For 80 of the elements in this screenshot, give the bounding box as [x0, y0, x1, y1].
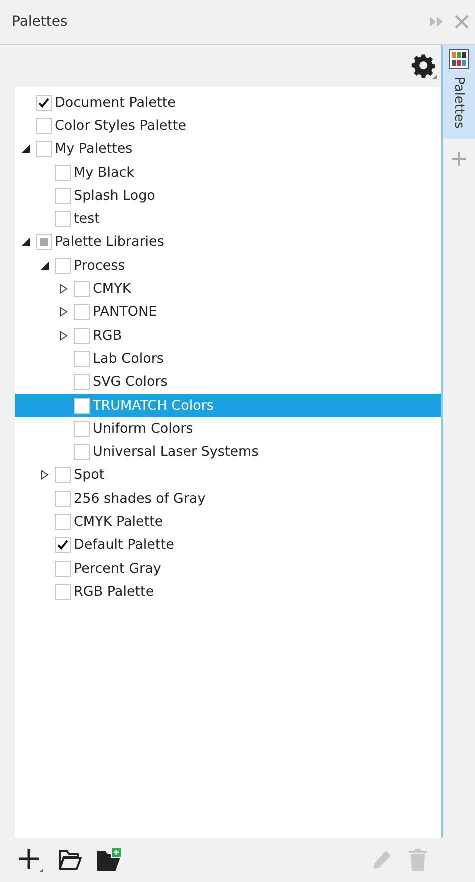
checkbox[interactable] — [74, 350, 90, 367]
expand-icon[interactable] — [59, 307, 69, 318]
collapse-icon[interactable] — [40, 260, 50, 271]
tree-item[interactable]: RGB Palette — [15, 580, 441, 604]
item-label: Color Styles Palette — [55, 118, 187, 134]
tree-item[interactable]: Process — [15, 254, 441, 278]
tree-item[interactable]: Spot — [15, 464, 441, 488]
checkbox[interactable] — [74, 444, 90, 460]
item-label: Spot — [74, 467, 105, 484]
item-label: CMYK — [93, 281, 132, 298]
settings-icon[interactable] — [411, 53, 437, 79]
checkbox[interactable] — [74, 281, 90, 298]
checkbox[interactable] — [36, 141, 52, 158]
tree-item[interactable]: Default Palette — [15, 534, 441, 557]
expand-icon[interactable] — [40, 470, 50, 480]
checkbox[interactable] — [55, 560, 71, 577]
tree-item[interactable]: Color Styles Palette — [15, 114, 441, 138]
checkbox[interactable] — [74, 304, 90, 320]
add-icon[interactable] — [18, 847, 44, 873]
item-label: Default Palette — [74, 537, 174, 554]
tree-item[interactable]: Percent Gray — [15, 556, 441, 580]
collapse-icon[interactable] — [21, 237, 31, 248]
checkbox[interactable] — [55, 164, 71, 181]
expand-icon[interactable] — [59, 284, 69, 294]
tree-item[interactable]: My Black — [15, 160, 441, 184]
tree-item[interactable]: PANTONE — [15, 300, 441, 324]
checkbox[interactable] — [74, 374, 90, 390]
checkbox[interactable] — [55, 514, 71, 530]
item-label: My Palettes — [55, 141, 133, 158]
checkbox[interactable] — [36, 234, 52, 250]
item-label: Universal Laser Systems — [93, 444, 259, 460]
item-label: Process — [74, 258, 126, 274]
item-label: Splash Logo — [74, 188, 156, 204]
new-folder-icon[interactable] — [96, 848, 122, 872]
folder-icon[interactable] — [58, 849, 82, 871]
tree-item[interactable]: test — [15, 207, 441, 231]
item-label: TRUMATCH Colors — [93, 398, 214, 414]
tree-item[interactable]: 256 shades of Gray — [15, 487, 441, 510]
tree-item[interactable]: Lab Colors — [15, 347, 441, 371]
checkbox[interactable] — [55, 490, 71, 507]
checkbox[interactable] — [74, 328, 90, 344]
collapse-panel-icon[interactable] — [429, 15, 445, 29]
tree-item[interactable]: RGB — [15, 324, 441, 348]
item-label: Document Palette — [55, 94, 176, 111]
checkbox[interactable] — [74, 398, 90, 414]
tree-item[interactable]: Universal Laser Systems — [15, 440, 441, 464]
item-label: PANTONE — [93, 304, 158, 320]
palette-icon[interactable] — [449, 49, 469, 69]
collapse-icon[interactable] — [21, 144, 31, 154]
tree-item[interactable]: CMYK — [15, 277, 441, 301]
checkbox[interactable] — [55, 584, 71, 600]
item-label: 256 shades of Gray — [74, 490, 206, 507]
checkbox[interactable] — [55, 258, 71, 274]
panel-title: Palettes — [12, 14, 69, 30]
close-icon[interactable] — [455, 15, 469, 29]
tree-item[interactable]: My Palettes — [15, 138, 441, 161]
checkbox[interactable] — [36, 94, 52, 111]
item-label: Palette Libraries — [55, 234, 164, 250]
tree-item[interactable]: SVG Colors — [15, 370, 441, 394]
expand-icon[interactable] — [59, 330, 69, 341]
tree-item[interactable]: Uniform Colors — [15, 417, 441, 440]
tree-item[interactable]: Splash Logo — [15, 184, 441, 208]
tree-item[interactable]: Palette Libraries — [15, 230, 441, 254]
item-label: CMYK Palette — [74, 514, 164, 530]
checkbox[interactable] — [55, 467, 71, 484]
item-label: test — [74, 211, 100, 228]
item-label: SVG Colors — [93, 374, 168, 390]
tree-item[interactable]: Document Palette — [15, 91, 441, 114]
item-label: My Black — [74, 164, 134, 181]
item-label: RGB Palette — [74, 584, 154, 600]
item-label: Lab Colors — [93, 350, 164, 367]
item-label: RGB — [93, 328, 122, 344]
checkbox[interactable] — [36, 118, 52, 134]
tree-item[interactable]: CMYK Palette — [15, 510, 441, 534]
checkbox[interactable] — [55, 537, 71, 554]
checkbox[interactable] — [55, 188, 71, 204]
checkbox[interactable] — [74, 420, 90, 437]
item-label: Uniform Colors — [93, 420, 194, 437]
item-label: Percent Gray — [74, 560, 162, 577]
checkbox[interactable] — [55, 211, 71, 228]
